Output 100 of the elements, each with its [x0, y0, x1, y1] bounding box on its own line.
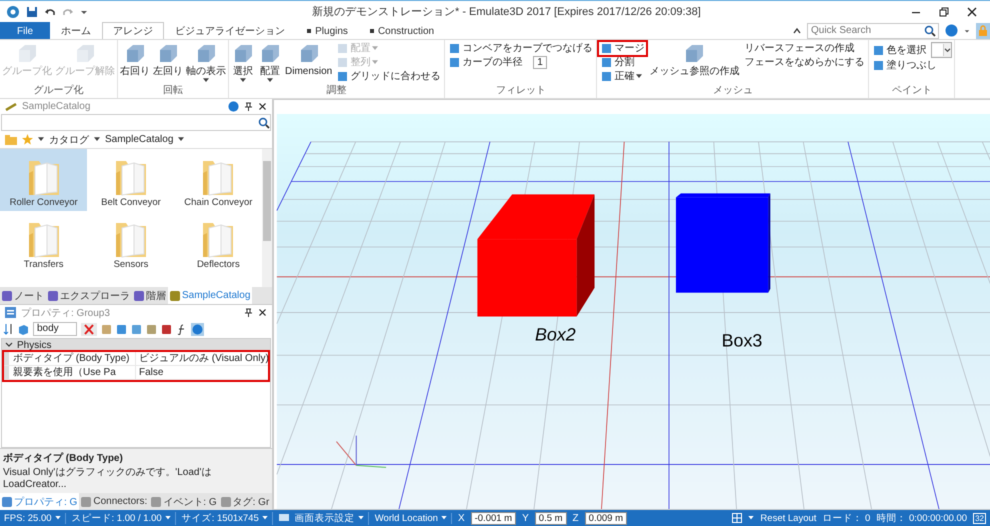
tab-icon — [151, 496, 162, 506]
panel-tab[interactable]: プロパティ: G — [0, 493, 80, 510]
panel-tab[interactable]: SampleCatalog — [168, 287, 252, 304]
caret-icon — [164, 516, 171, 520]
ribbon-tab[interactable]: File — [0, 22, 50, 39]
star-icon[interactable] — [22, 134, 33, 145]
ribbon-tab[interactable]: Plugins — [296, 22, 359, 39]
ribbon-button[interactable]: コンベアをカーブでつなげる — [447, 42, 594, 55]
caret-icon — [944, 48, 952, 52]
radius-field[interactable]: 1 — [533, 56, 547, 69]
function-icon[interactable] — [176, 324, 187, 334]
save-icon[interactable] — [26, 6, 38, 18]
caret-icon[interactable] — [748, 516, 754, 520]
ribbon-button[interactable]: マージ — [599, 42, 646, 55]
panel-tab[interactable]: ノート — [0, 287, 46, 304]
filter-field[interactable]: body — [33, 322, 77, 336]
breadcrumb-item[interactable]: SampleCatalog — [105, 134, 174, 145]
panel-tab[interactable]: 階層 — [132, 287, 168, 304]
tool-icon[interactable] — [131, 324, 142, 334]
description-title: ボディタイプ (Body Type) — [3, 451, 124, 465]
status-text: ロード： 0 — [822, 512, 870, 524]
coordinate-field[interactable]: 0.009 m — [584, 512, 627, 524]
breadcrumb-item[interactable]: カタログ — [49, 132, 89, 146]
collapse-ribbon-icon[interactable] — [793, 26, 801, 34]
ribbon-button[interactable]: 分割 — [599, 56, 636, 69]
ribbon-button[interactable]: リバースフェースの作成 — [742, 42, 856, 55]
ribbon-button[interactable]: メッシュ参照の作成 — [648, 42, 740, 85]
window-title: 新規のデモンストレーション* - Emulate3D 2017 [Expires 2017/12/26 20:09:38] — [312, 4, 702, 19]
status-dropdown[interactable]: サイズ: 1501x745 — [182, 512, 273, 524]
panel-tab[interactable]: エクスプローラ — [46, 287, 132, 304]
property-value[interactable]: False — [135, 366, 268, 379]
status-text[interactable]: Reset Layout — [760, 512, 816, 524]
pin-icon[interactable] — [244, 102, 253, 112]
search-icon[interactable] — [258, 116, 270, 128]
status-dropdown[interactable]: 画面表示設定 — [294, 512, 369, 524]
caret-icon — [372, 60, 378, 65]
catalog-item[interactable]: Sensors — [87, 211, 175, 273]
cube-icon[interactable] — [18, 324, 29, 334]
ribbon-button[interactable]: 左回り — [152, 42, 184, 85]
status-dropdown[interactable]: スピード: 1.00 / 1.00 — [72, 512, 176, 524]
ribbon-button[interactable]: 軸の表示 — [185, 42, 227, 85]
catalog-item[interactable]: Deflectors — [174, 211, 262, 273]
caret-icon[interactable] — [964, 28, 970, 34]
ribbon-tab[interactable]: アレンジ — [102, 22, 164, 39]
ribbon-tab[interactable]: Construction — [358, 22, 446, 39]
clear-icon[interactable] — [81, 322, 97, 336]
ribbon-button[interactable]: 配置 — [257, 42, 283, 85]
coordinate-field[interactable]: 0.5 m — [534, 512, 567, 524]
catalog-search-field[interactable] — [1, 114, 271, 131]
caret-icon[interactable] — [178, 137, 184, 142]
status-dropdown[interactable]: World Location — [374, 512, 452, 524]
ribbon-button[interactable]: 選択 — [230, 42, 256, 85]
ribbon-tab[interactable]: ホーム — [50, 22, 102, 39]
layout-grid-icon[interactable] — [732, 513, 742, 523]
ribbon-button[interactable]: Dimension — [284, 42, 334, 85]
panel-tab[interactable]: Connectors: — [79, 493, 150, 510]
square-icon — [601, 57, 612, 68]
tab-icon — [170, 290, 180, 300]
properties-icon — [5, 307, 16, 318]
cube-drawing[interactable] — [477, 194, 595, 316]
property-value[interactable]: ビジュアルのみ (Visual Only) — [135, 352, 269, 365]
object-label: Box2 — [534, 324, 576, 344]
tool-icon[interactable] — [161, 324, 172, 334]
category-header[interactable]: Physics — [2, 339, 270, 351]
close-icon[interactable] — [258, 308, 267, 317]
group-label: 調整 — [326, 85, 348, 97]
pin-icon[interactable] — [244, 308, 253, 318]
catalog-item[interactable]: Roller Conveyor — [0, 149, 88, 211]
ribbon-button[interactable]: 色を選択 — [871, 44, 928, 56]
ribbon-button[interactable]: 塗りつぶし — [871, 59, 938, 72]
axis-label: Y — [522, 512, 529, 524]
ribbon-button[interactable]: カーブの半径 — [447, 56, 524, 69]
close-icon[interactable] — [966, 6, 978, 18]
ribbon-tab[interactable]: ビジュアライゼーション — [164, 22, 296, 39]
catalog-item[interactable]: Transfers — [0, 211, 88, 273]
catalog-item[interactable]: Chain Conveyor — [174, 149, 262, 211]
ribbon-button[interactable]: 右回り — [119, 42, 151, 85]
scrollbar[interactable] — [262, 149, 272, 287]
caret-icon[interactable] — [38, 137, 44, 142]
panel-tab[interactable]: タグ: Gr — [218, 493, 272, 510]
bullet-icon — [307, 29, 312, 33]
panel-tab[interactable]: イベント: G — [149, 493, 219, 510]
catalog-item[interactable]: Belt Conveyor — [87, 149, 175, 211]
sort-icon[interactable] — [3, 323, 14, 335]
coordinate-field[interactable]: -0.001 m — [470, 512, 516, 524]
restore-icon[interactable] — [938, 6, 950, 18]
close-icon[interactable] — [258, 102, 267, 111]
ribbon-button[interactable]: フェースをなめらかにする — [742, 56, 866, 69]
ribbon-button[interactable]: 正確 — [599, 70, 644, 83]
search-input[interactable]: Quick Search — [808, 24, 924, 36]
search-icon[interactable] — [924, 24, 936, 36]
quick-search-field[interactable]: Quick Search — [807, 22, 939, 38]
square-icon — [449, 57, 460, 68]
status-dropdown[interactable]: FPS: 25.00 — [4, 512, 66, 524]
tool-icon[interactable] — [116, 324, 127, 334]
chevron-icon — [5, 341, 13, 349]
caret-icon[interactable] — [94, 137, 100, 142]
ribbon-button[interactable]: グリッドに合わせる — [335, 70, 442, 83]
tool-icon[interactable] — [146, 324, 157, 334]
color-dropdown[interactable] — [931, 42, 952, 58]
